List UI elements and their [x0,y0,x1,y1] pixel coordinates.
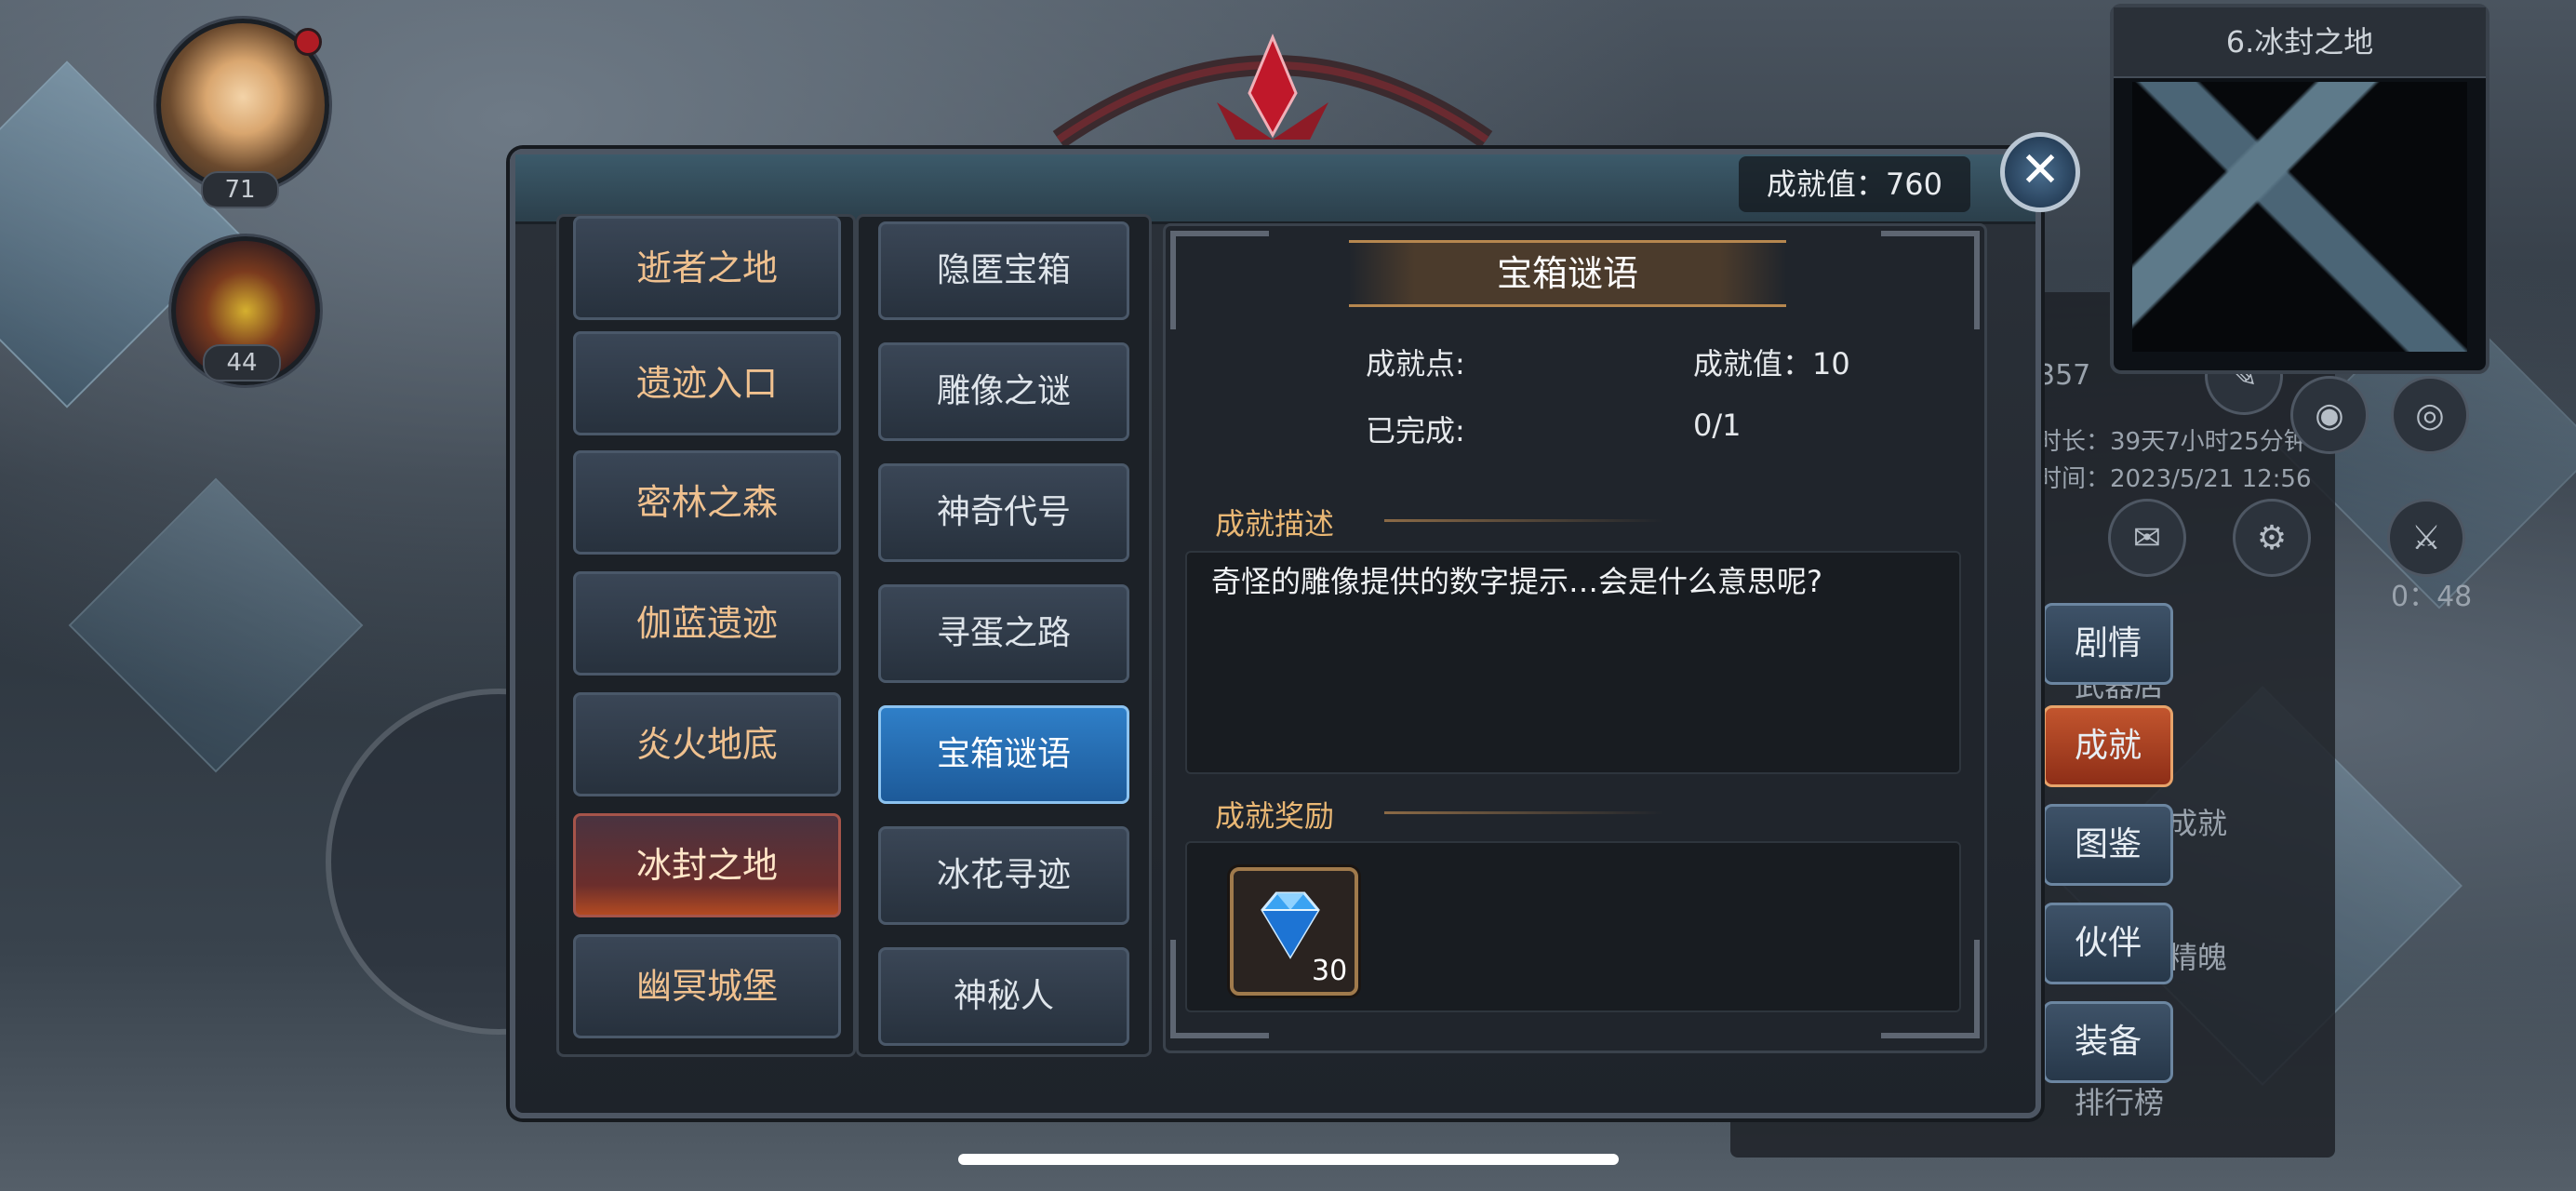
tab-codex[interactable]: 图鉴 [2043,804,2173,886]
achievement-item[interactable]: 隐匿宝箱 [878,221,1129,320]
header-divider [1384,519,1663,522]
region-item[interactable]: 炎火地底 [573,692,841,796]
detail-title: 宝箱谜语 [1349,240,1786,307]
soul-label: 精魄 [2168,940,2228,975]
achievement-item[interactable]: 雕像之谜 [878,342,1129,441]
partial-number: 357 [2037,359,2091,392]
dialog-crest [1052,33,1493,149]
minimap-title: 6.冰封之地 [2114,7,2486,78]
points-value: 成就值：10 [1693,346,1850,381]
notification-dot [294,28,322,56]
target-icon[interactable]: ◎ [2391,376,2469,454]
achievement-item[interactable]: 神奇代号 [878,463,1129,562]
crossed-swords-icon[interactable]: ⚔ [2387,499,2465,577]
play-duration: 时长：39天7小时25分钟 [2037,428,2308,456]
counter-text: 0：48 [2391,581,2473,613]
frame-corner [1170,231,1269,329]
ice-block [68,477,364,773]
achievement-score: 成就值：760 [1738,156,1970,212]
completed-label: 已完成: [1366,413,1465,448]
settings-gear-icon[interactable]: ⚙ [2233,499,2311,577]
tab-equipment[interactable]: 装备 [2043,1001,2173,1083]
achievement-item[interactable]: 神秘人 [878,947,1129,1046]
player-level: 71 [201,171,279,208]
reward-quantity: 30 [1312,955,1348,987]
reward-header: 成就奖励 [1215,798,1335,834]
points-label: 成就点: [1366,346,1465,381]
close-button[interactable]: ✕ [2000,132,2080,212]
region-item-selected[interactable]: 冰封之地 [573,813,841,917]
header-divider [1384,811,1663,814]
achievement-item[interactable]: 冰花寻迹 [878,826,1129,925]
ranking-label: 排行榜 [2075,1085,2165,1120]
diamond-gem-icon [1261,891,1320,959]
pet-level: 44 [203,344,281,381]
minimap-view [2132,82,2467,352]
achievement-item[interactable]: 寻蛋之路 [878,584,1129,683]
region-item[interactable]: 密林之森 [573,450,841,555]
mail-icon[interactable]: ✉ [2108,499,2186,577]
achievement-item-selected[interactable]: 宝箱谜语 [878,705,1129,804]
play-date: 时间：2023/5/21 12:56 [2037,465,2312,493]
region-item[interactable]: 逝者之地 [573,216,841,320]
frame-corner [1881,231,1980,329]
region-item[interactable]: 幽冥城堡 [573,934,841,1038]
achievement-label: 成就 [2168,806,2228,841]
tab-companion[interactable]: 伙伴 [2043,903,2173,984]
region-item[interactable]: 遗迹入口 [573,331,841,435]
region-item[interactable]: 伽蓝遗迹 [573,571,841,676]
tab-story[interactable]: 剧情 [2043,603,2173,685]
home-indicator[interactable] [958,1154,1619,1165]
tab-achievement[interactable]: 成就 [2043,705,2173,787]
description-header: 成就描述 [1215,506,1335,542]
completed-value: 0/1 [1693,408,1742,443]
menu-icon[interactable]: ◉ [2290,376,2369,454]
description-text: 奇怪的雕像提供的数字提示…会是什么意思呢? [1211,564,1822,599]
minimap[interactable]: 6.冰封之地 [2110,4,2489,374]
